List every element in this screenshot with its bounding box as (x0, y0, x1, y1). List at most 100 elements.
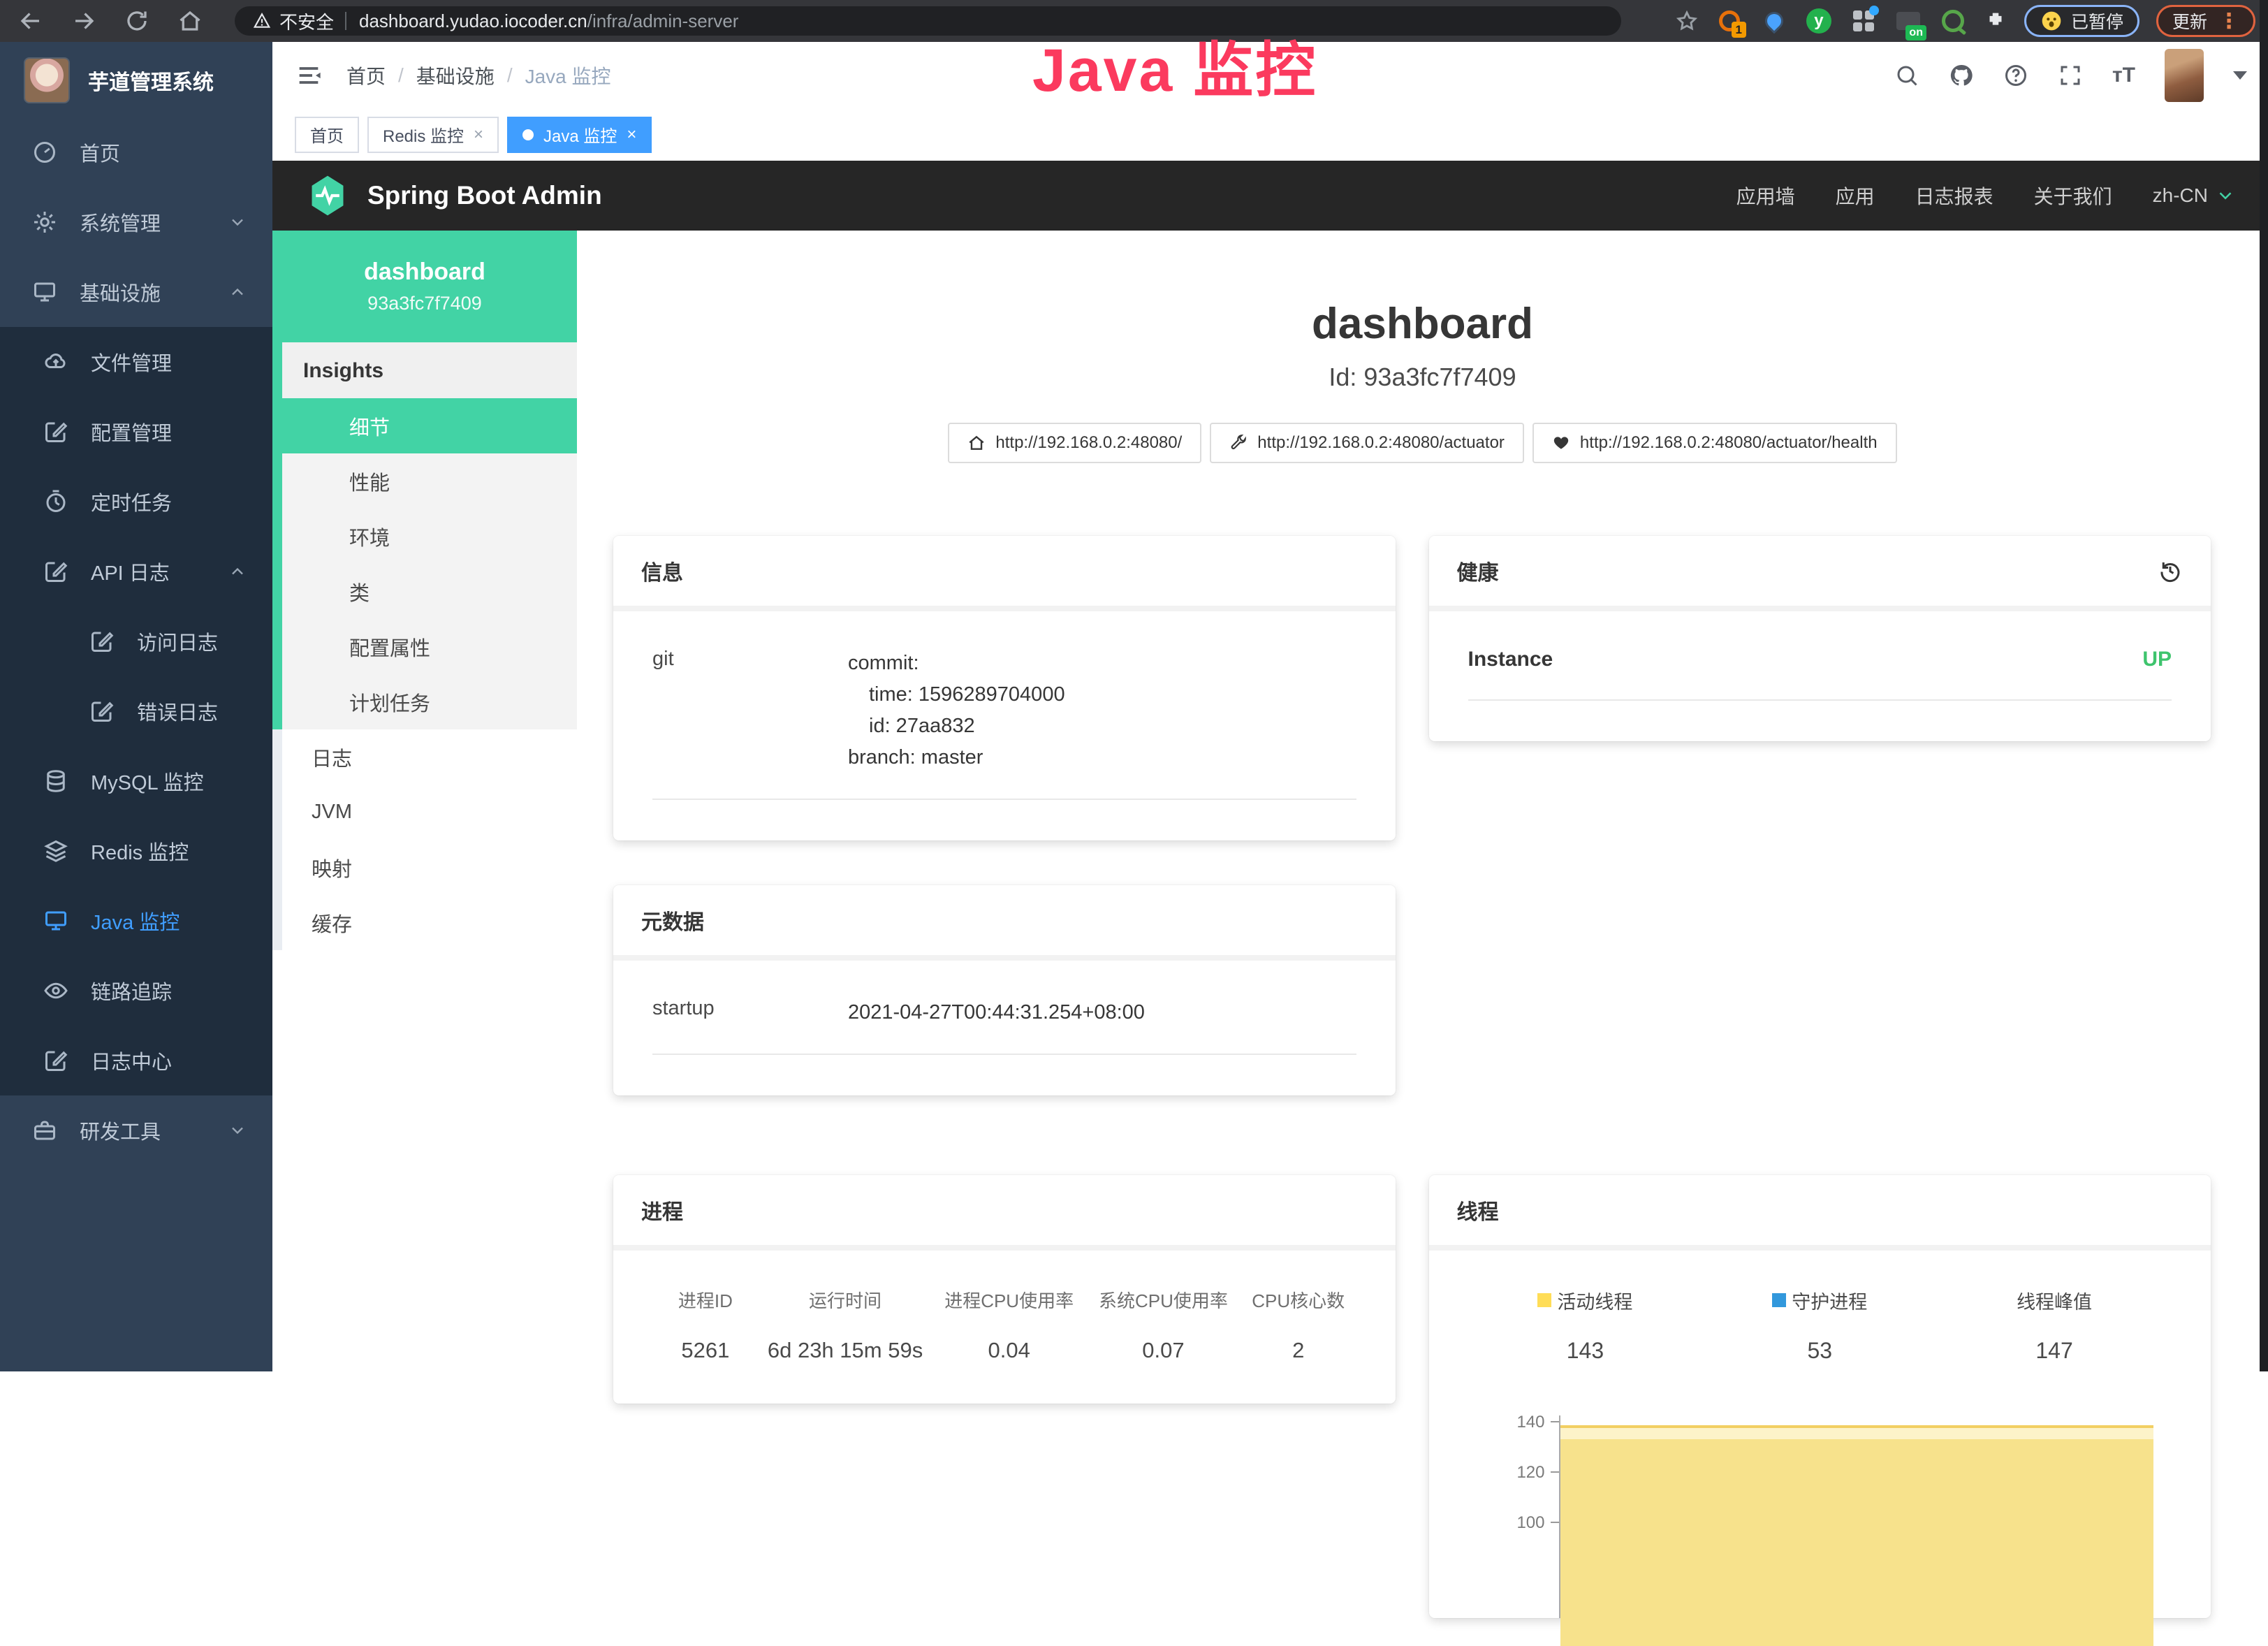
sidebar-item-file-manage[interactable]: 文件管理 (0, 327, 272, 397)
health-instance-row[interactable]: Instance UP (1468, 648, 2172, 701)
sidebar-item-dev-tools[interactable]: 研发工具 (0, 1095, 272, 1165)
sba-item-metrics[interactable]: 性能 (282, 453, 577, 509)
active-threads-area (1560, 1425, 2154, 1646)
metadata-value: 2021-04-27T00:44:31.254+08:00 (848, 997, 1145, 1028)
extension-on-icon[interactable]: on (1894, 7, 1922, 35)
timer-icon (43, 489, 68, 514)
eye-icon (43, 978, 68, 1003)
sba-nav-journal[interactable]: 日志报表 (1915, 182, 1993, 210)
avatar-caret-icon[interactable] (2233, 71, 2247, 80)
tab-java-monitor[interactable]: Java 监控 × (507, 117, 652, 153)
sba-item-config-props[interactable]: 配置属性 (282, 619, 577, 674)
extension-y-icon[interactable]: y (1805, 7, 1833, 35)
paused-label: 已暂停 (2071, 8, 2123, 34)
info-git-row: git commit: time: 1596289704000 id: 27aa… (652, 648, 1356, 800)
update-label: 更新 (2172, 8, 2207, 34)
breadcrumb: 首页 / 基础设施 / Java 监控 (346, 61, 611, 89)
sba-item-classes[interactable]: 类 (282, 564, 577, 619)
health-url-button[interactable]: http://192.168.0.2:48080/actuator/health (1532, 423, 1897, 463)
metadata-key: startup (652, 997, 848, 1028)
browser-home-icon[interactable] (177, 8, 203, 34)
close-icon[interactable]: × (627, 125, 636, 145)
sba-nav-wallboard[interactable]: 应用墙 (1736, 182, 1795, 210)
search-icon[interactable] (1894, 63, 1919, 88)
sidebar-item-mysql-monitor[interactable]: MySQL 监控 (0, 746, 272, 816)
sba-item-mappings[interactable]: 映射 (282, 840, 577, 895)
tag-view-bar: 首页 Redis 监控 × Java 监控 × (272, 108, 2268, 161)
browser-toolbar: 不安全 dashboard.yudao.iocoder.cn /infra/ad… (0, 0, 2268, 42)
breadcrumb-separator: / (398, 64, 404, 87)
history-icon[interactable] (2158, 558, 2183, 583)
extension-cors-icon[interactable]: 1 (1715, 7, 1743, 35)
font-size-icon[interactable]: тT (2112, 64, 2135, 87)
app-logo-row[interactable]: 芋道管理系统 (0, 42, 272, 117)
sba-item-environment[interactable]: 环境 (282, 509, 577, 564)
sidebar-item-infra[interactable]: 基础设施 (0, 257, 272, 327)
breadcrumb-home[interactable]: 首页 (346, 61, 386, 89)
sidebar-item-access-log[interactable]: 访问日志 (0, 606, 272, 676)
sba-nav-applications[interactable]: 应用 (1836, 182, 1875, 210)
sba-language-select[interactable]: zh-CN (2153, 184, 2236, 207)
sba-app-name: dashboard (272, 258, 577, 286)
help-icon[interactable] (2003, 63, 2028, 88)
sidebar-item-home[interactable]: 首页 (0, 117, 272, 187)
metadata-card-title: 元数据 (613, 885, 1396, 961)
sba-root-items: 日志 JVM 映射 缓存 (272, 729, 577, 950)
sba-item-loggers[interactable]: 日志 (282, 729, 577, 785)
address-bar[interactable]: 不安全 dashboard.yudao.iocoder.cn /infra/ad… (235, 6, 1621, 36)
cloud-upload-icon (43, 349, 68, 374)
user-avatar[interactable] (2165, 49, 2204, 102)
tab-home[interactable]: 首页 (295, 117, 359, 153)
sidebar-item-config-manage[interactable]: 配置管理 (0, 397, 272, 467)
not-secure-label: 不安全 (279, 8, 334, 34)
sba-item-details[interactable]: 细节 (282, 398, 577, 453)
process-card-title: 进程 (613, 1175, 1396, 1251)
sidebar-item-java-monitor[interactable]: Java 监控 (0, 886, 272, 956)
sba-nav-about[interactable]: 关于我们 (2034, 182, 2112, 210)
fullscreen-icon[interactable] (2058, 63, 2083, 88)
url-path: /infra/admin-server (587, 10, 739, 32)
extension-magnifier-icon[interactable] (1939, 7, 1967, 35)
sidebar-item-api-log[interactable]: API 日志 (0, 537, 272, 606)
sba-item-scheduled-tasks[interactable]: 计划任务 (282, 674, 577, 729)
sidebar-item-system[interactable]: 系统管理 (0, 187, 272, 257)
browser-scrollbar[interactable] (2260, 0, 2268, 1371)
sba-app-header[interactable]: dashboard 93a3fc7f7409 (272, 231, 577, 342)
sidebar-item-redis-monitor[interactable]: Redis 监控 (0, 816, 272, 886)
health-card: 健康 Instance UP (1429, 536, 2211, 741)
browser-update-button[interactable]: 更新 ⋮ (2156, 5, 2255, 37)
sidebar-item-trace[interactable]: 链路追踪 (0, 956, 272, 1026)
sidebar-item-error-log[interactable]: 错误日志 (0, 676, 272, 746)
app-logo (24, 57, 70, 103)
service-url-button[interactable]: http://192.168.0.2:48080/ (948, 423, 1201, 463)
sidebar-item-scheduled-task[interactable]: 定时任务 (0, 467, 272, 537)
sba-item-caches[interactable]: 缓存 (282, 895, 577, 950)
extensions-puzzle-icon[interactable] (1984, 9, 2007, 33)
legend-yellow-icon (1537, 1293, 1551, 1307)
extension-pin-icon[interactable] (1760, 7, 1788, 35)
bookmark-star-icon[interactable] (1675, 9, 1699, 33)
chevron-down-icon (2215, 185, 2236, 206)
sidebar-item-log-center[interactable]: 日志中心 (0, 1026, 272, 1095)
y-tick: 120 (1468, 1463, 1545, 1483)
profile-paused-chip[interactable]: 已暂停 (2024, 5, 2139, 37)
github-icon[interactable] (1949, 63, 1974, 88)
sba-item-jvm[interactable]: JVM (282, 785, 577, 840)
browser-reload-icon[interactable] (124, 8, 149, 34)
sba-brand[interactable]: Spring Boot Admin (306, 174, 602, 217)
tab-redis-monitor[interactable]: Redis 监控 × (367, 117, 499, 153)
browser-menu-icon[interactable]: ⋮ (2218, 9, 2239, 34)
browser-back-icon[interactable] (18, 8, 43, 34)
home-icon (967, 434, 986, 452)
sba-nav: 应用墙 应用 日志报表 关于我们 zh-CN (1736, 182, 2236, 210)
y-tick: 140 (1468, 1413, 1545, 1432)
browser-forward-icon[interactable] (71, 8, 96, 34)
hamburger-icon[interactable] (295, 61, 323, 89)
extension-grid-icon[interactable] (1850, 7, 1878, 35)
close-icon[interactable]: × (474, 125, 483, 145)
threads-card-title: 线程 (1429, 1175, 2211, 1251)
actuator-url-button[interactable]: http://192.168.0.2:48080/actuator (1210, 423, 1524, 463)
breadcrumb-infra[interactable]: 基础设施 (416, 61, 495, 89)
threads-peak-value: 147 (1937, 1338, 2172, 1364)
infra-submenu: 文件管理 配置管理 定时任务 API 日志 访问日志 错误日志 MySQL 监控 (0, 327, 272, 1095)
